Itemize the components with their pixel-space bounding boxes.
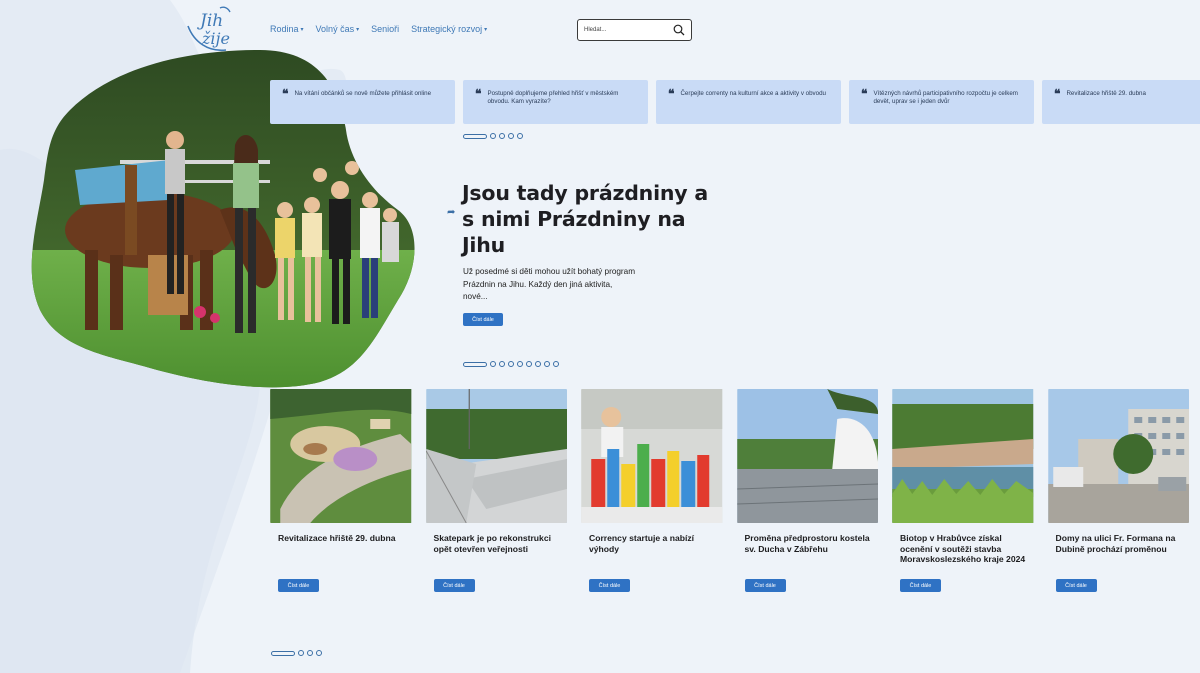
hero-title: Jsou tady prázdniny a s nimi Prázdniny n… — [462, 181, 709, 257]
card-read-more-button[interactable]: Číst dále — [433, 579, 475, 592]
pagination-dot[interactable] — [490, 361, 496, 367]
card-title: Skatepark je po rekonstrukci opět otevře… — [433, 533, 552, 554]
news-card[interactable]: Proměna předprostoru kostela sv. Ducha v… — [736, 389, 879, 599]
card-read-more-button[interactable]: Číst dále — [589, 579, 630, 592]
pagination-dot[interactable] — [271, 650, 295, 656]
quote-card[interactable]: ❝ Na vítání občánků se nově můžete přihl… — [270, 80, 455, 124]
pagination-dot[interactable] — [463, 361, 487, 367]
card-title: Biotop v Hrabůvce získal ocenění v soutě… — [900, 533, 1026, 564]
quote-icon: ❝ — [282, 87, 289, 101]
pagination-dot[interactable] — [508, 361, 514, 367]
quote-carousel: ❝ Na vítání občánků se nově můžete přihl… — [270, 80, 1200, 124]
quote-text: Vítězných návrhů participativního rozpoč… — [873, 90, 1018, 105]
card-title: Revitalizace hřiště 29. dubna — [278, 533, 396, 543]
pagination-dot[interactable] — [499, 133, 505, 139]
news-card[interactable]: Skatepark je po rekonstrukci opět otevře… — [425, 389, 568, 599]
chevron-down-icon: ▾ — [300, 26, 304, 33]
nav-item-strategicky-rozvoj[interactable]: Strategický rozvoj ▾ — [411, 24, 487, 34]
svg-text:Jih: Jih — [197, 11, 223, 31]
quote-text: Revitalizace hřiště 29. dubna — [1066, 90, 1146, 97]
nav-label: Volný čas — [315, 24, 355, 34]
nav-label: Rodina — [270, 24, 299, 34]
hero-pagination — [463, 361, 559, 367]
nav-label: Senioři — [371, 24, 400, 34]
main-nav: Rodina ▾ Volný čas ▾ Senioři Strategický… — [270, 24, 487, 34]
card-image — [425, 389, 567, 523]
hero-read-more-button[interactable]: Číst dále — [463, 313, 503, 326]
quote-icon: ❝ — [668, 87, 675, 101]
pagination-dot[interactable] — [517, 133, 523, 139]
card-image — [270, 389, 412, 523]
quote-card[interactable]: ❝ Vítězných návrhů participativního rozp… — [849, 80, 1034, 124]
news-card[interactable]: Biotop v Hrabůvce získal ocenění v soutě… — [892, 389, 1034, 599]
card-read-more-button[interactable]: Číst dále — [1055, 579, 1097, 592]
card-image — [736, 389, 878, 523]
pagination-dot[interactable] — [490, 133, 496, 139]
share-arrow-icon[interactable]: ➦ — [447, 207, 455, 218]
nav-item-volny-cas[interactable]: Volný čas ▾ — [316, 24, 360, 34]
card-read-more-button[interactable]: Číst dále — [744, 579, 786, 592]
quote-text: Na vítání občánků se nově můžete přihlás… — [294, 90, 432, 97]
news-card[interactable]: Corrency startuje a nabízí výhody Číst d… — [581, 389, 723, 599]
pagination-dot[interactable] — [307, 650, 313, 656]
quote-icon: ❝ — [475, 87, 482, 101]
card-title: Corrency startuje a nabízí výhody — [589, 533, 695, 554]
card-image — [892, 389, 1034, 523]
pagination-dot[interactable] — [463, 133, 487, 139]
pagination-dot[interactable] — [517, 361, 523, 367]
quote-text: Čerpejte correnty na kulturní akce a akt… — [680, 90, 826, 97]
hero-description: Už posedmé si děti mohou užít bohatý pro… — [463, 267, 636, 301]
pagination-dot[interactable] — [499, 361, 505, 367]
news-carousel: Revitalizace hřiště 29. dubna Číst dále … — [270, 389, 1189, 599]
nav-label: Strategický rozvoj — [411, 24, 483, 34]
search-icon[interactable] — [673, 24, 685, 36]
chevron-down-icon: ▾ — [484, 26, 488, 33]
pagination-dot[interactable] — [298, 650, 304, 656]
card-image — [581, 389, 723, 523]
news-card[interactable]: Revitalizace hřiště 29. dubna Číst dále — [270, 389, 412, 599]
pagination-dot[interactable] — [535, 361, 541, 367]
quote-icon: ❝ — [861, 87, 868, 101]
search-box[interactable]: Hledat... — [577, 19, 692, 41]
site-logo[interactable]: Jih žije — [186, 4, 238, 54]
nav-item-seniori[interactable]: Senioři — [371, 24, 399, 34]
card-title: Domy na ulici Fr. Formana na Dubině proc… — [1055, 533, 1176, 554]
quote-card[interactable]: ❝ Revitalizace hřiště 29. dubna — [1042, 80, 1200, 124]
pagination-dot[interactable] — [508, 133, 514, 139]
quote-text: Postupně doplňujeme přehled hřišť v měst… — [487, 90, 619, 105]
pagination-dot[interactable] — [544, 361, 550, 367]
card-read-more-button[interactable]: Číst dále — [900, 579, 941, 592]
pagination-dot[interactable] — [316, 650, 322, 656]
quote-pagination — [463, 133, 523, 139]
card-title: Proměna předprostoru kostela sv. Ducha v… — [744, 533, 870, 554]
quote-card[interactable]: ❝ Postupně doplňujeme přehled hřišť v mě… — [463, 80, 648, 124]
pagination-dot[interactable] — [553, 361, 559, 367]
card-read-more-button[interactable]: Číst dále — [278, 579, 319, 592]
pagination-dot[interactable] — [526, 361, 532, 367]
quote-card[interactable]: ❝ Čerpejte correnty na kulturní akce a a… — [656, 80, 841, 124]
chevron-down-icon: ▾ — [356, 26, 360, 33]
cards-pagination — [271, 650, 322, 656]
news-card[interactable]: Domy na ulici Fr. Formana na Dubině proc… — [1047, 389, 1190, 599]
card-image — [1047, 389, 1189, 523]
nav-item-rodina[interactable]: Rodina ▾ — [270, 24, 304, 34]
svg-text:žije: žije — [201, 29, 230, 48]
search-input[interactable]: Hledat... — [584, 27, 673, 33]
quote-icon: ❝ — [1054, 87, 1061, 101]
